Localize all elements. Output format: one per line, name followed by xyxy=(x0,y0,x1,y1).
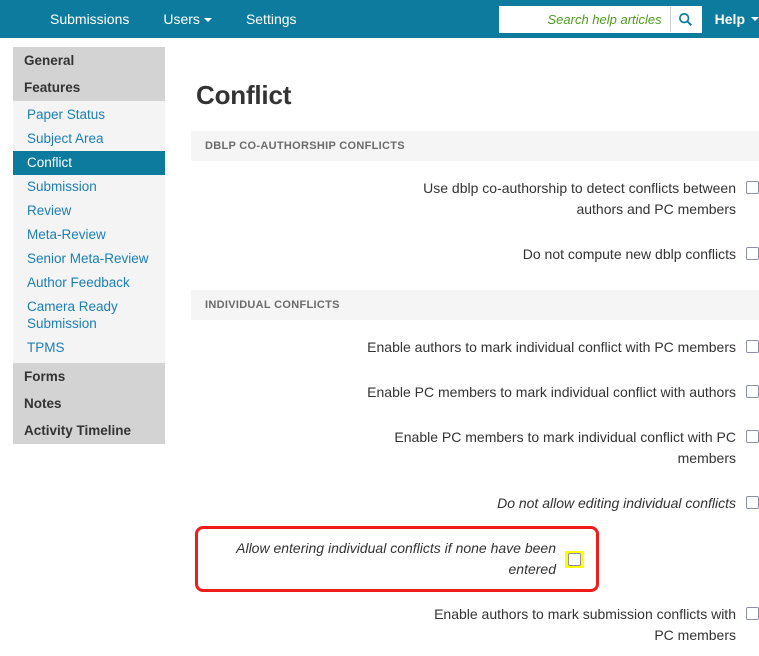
sidebar-item-review[interactable]: Review xyxy=(13,199,165,223)
setting-row: Do not compute new dblp conflicts xyxy=(191,232,759,277)
nav-item-submissions[interactable]: Submissions xyxy=(33,0,146,38)
checkbox-authors-mark-submission-conflicts-pc[interactable] xyxy=(746,607,759,620)
setting-label: Use dblp co-authorship to detect conflic… xyxy=(423,180,736,217)
sidebar-feature-list: Paper Status Subject Area Conflict Submi… xyxy=(13,101,165,363)
setting-label: Do not compute new dblp conflicts xyxy=(522,246,736,262)
setting-label: Enable PC members to mark individual con… xyxy=(394,429,736,466)
help-link[interactable]: Help xyxy=(715,11,745,27)
setting-label: Allow entering individual conflicts if n… xyxy=(236,540,556,577)
chevron-down-icon xyxy=(203,18,212,23)
section-header-dblp: DBLP CO-AUTHORSHIP CONFLICTS xyxy=(191,131,759,161)
checkbox-allow-entering-individual-conflicts[interactable] xyxy=(568,552,581,566)
checkbox-do-not-allow-editing-individual-conflicts[interactable] xyxy=(746,496,759,509)
help-chevron-down-icon xyxy=(751,17,759,21)
checkbox-highlight-marker xyxy=(565,550,584,568)
checkbox-use-dblp-coauthorship[interactable] xyxy=(746,181,759,194)
page-body: General Features Paper Status Subject Ar… xyxy=(0,38,759,656)
setting-row: Enable authors to mark individual confli… xyxy=(191,325,759,370)
checkbox-do-not-compute-new-dblp-conflicts[interactable] xyxy=(746,247,759,260)
setting-row: Enable PC members to mark individual con… xyxy=(191,415,759,481)
checkbox-pc-mark-individual-conflict-authors[interactable] xyxy=(746,385,759,398)
setting-label: Enable authors to mark submission confli… xyxy=(434,606,736,643)
help-search-box xyxy=(498,5,702,33)
sidebar-item-senior-meta-review[interactable]: Senior Meta-Review xyxy=(13,247,165,271)
setting-row: Do not allow editing individual conflict… xyxy=(191,481,759,526)
nav-item-settings[interactable]: Settings xyxy=(229,0,314,38)
main-content: Conflict DBLP CO-AUTHORSHIP CONFLICTS Us… xyxy=(165,38,759,656)
search-icon xyxy=(679,12,693,26)
sidebar-item-tpms[interactable]: TPMS xyxy=(13,336,165,360)
sidebar-item-subject-area[interactable]: Subject Area xyxy=(13,127,165,151)
primary-nav: Submissions Users Settings xyxy=(33,0,314,38)
setting-row: Enable authors to mark submission confli… xyxy=(191,592,759,656)
sidebar-item-paper-status[interactable]: Paper Status xyxy=(13,103,165,127)
nav-item-users[interactable]: Users xyxy=(146,0,229,38)
sidebar-item-camera-ready-submission[interactable]: Camera Ready Submission xyxy=(13,295,165,336)
page-title: Conflict xyxy=(196,80,292,110)
sidebar-group-features[interactable]: Features xyxy=(13,74,165,101)
sidebar-group-notes[interactable]: Notes xyxy=(13,390,165,417)
nav-item-users-label: Users xyxy=(163,11,200,27)
section-header-individual-conflicts: INDIVIDUAL CONFLICTS xyxy=(191,290,759,320)
setting-label: Enable PC members to mark individual con… xyxy=(367,384,736,400)
search-button[interactable] xyxy=(669,6,701,32)
setting-row: Use dblp co-authorship to detect conflic… xyxy=(191,166,759,232)
top-navbar: Submissions Users Settings Help xyxy=(0,0,759,38)
sidebar-group-activity-timeline[interactable]: Activity Timeline xyxy=(13,417,165,444)
setting-row: Enable PC members to mark individual con… xyxy=(191,370,759,415)
search-input[interactable] xyxy=(499,6,670,32)
sidebar-item-meta-review[interactable]: Meta-Review xyxy=(13,223,165,247)
sidebar-item-submission[interactable]: Submission xyxy=(13,175,165,199)
checkbox-pc-mark-individual-conflict-pc[interactable] xyxy=(746,430,759,443)
navbar-right-group: Help xyxy=(498,0,759,38)
sidebar-item-conflict[interactable]: Conflict xyxy=(13,151,165,175)
checkbox-authors-mark-individual-conflict-pc[interactable] xyxy=(746,340,759,353)
sidebar-group-forms[interactable]: Forms xyxy=(13,363,165,390)
sidebar-group-general[interactable]: General xyxy=(13,47,165,74)
sidebar-item-author-feedback[interactable]: Author Feedback xyxy=(13,271,165,295)
setting-label: Enable authors to mark individual confli… xyxy=(367,339,736,355)
settings-sidebar: General Features Paper Status Subject Ar… xyxy=(13,47,165,656)
highlighted-setting-row: Allow entering individual conflicts if n… xyxy=(195,526,599,592)
setting-label: Do not allow editing individual conflict… xyxy=(497,495,736,511)
